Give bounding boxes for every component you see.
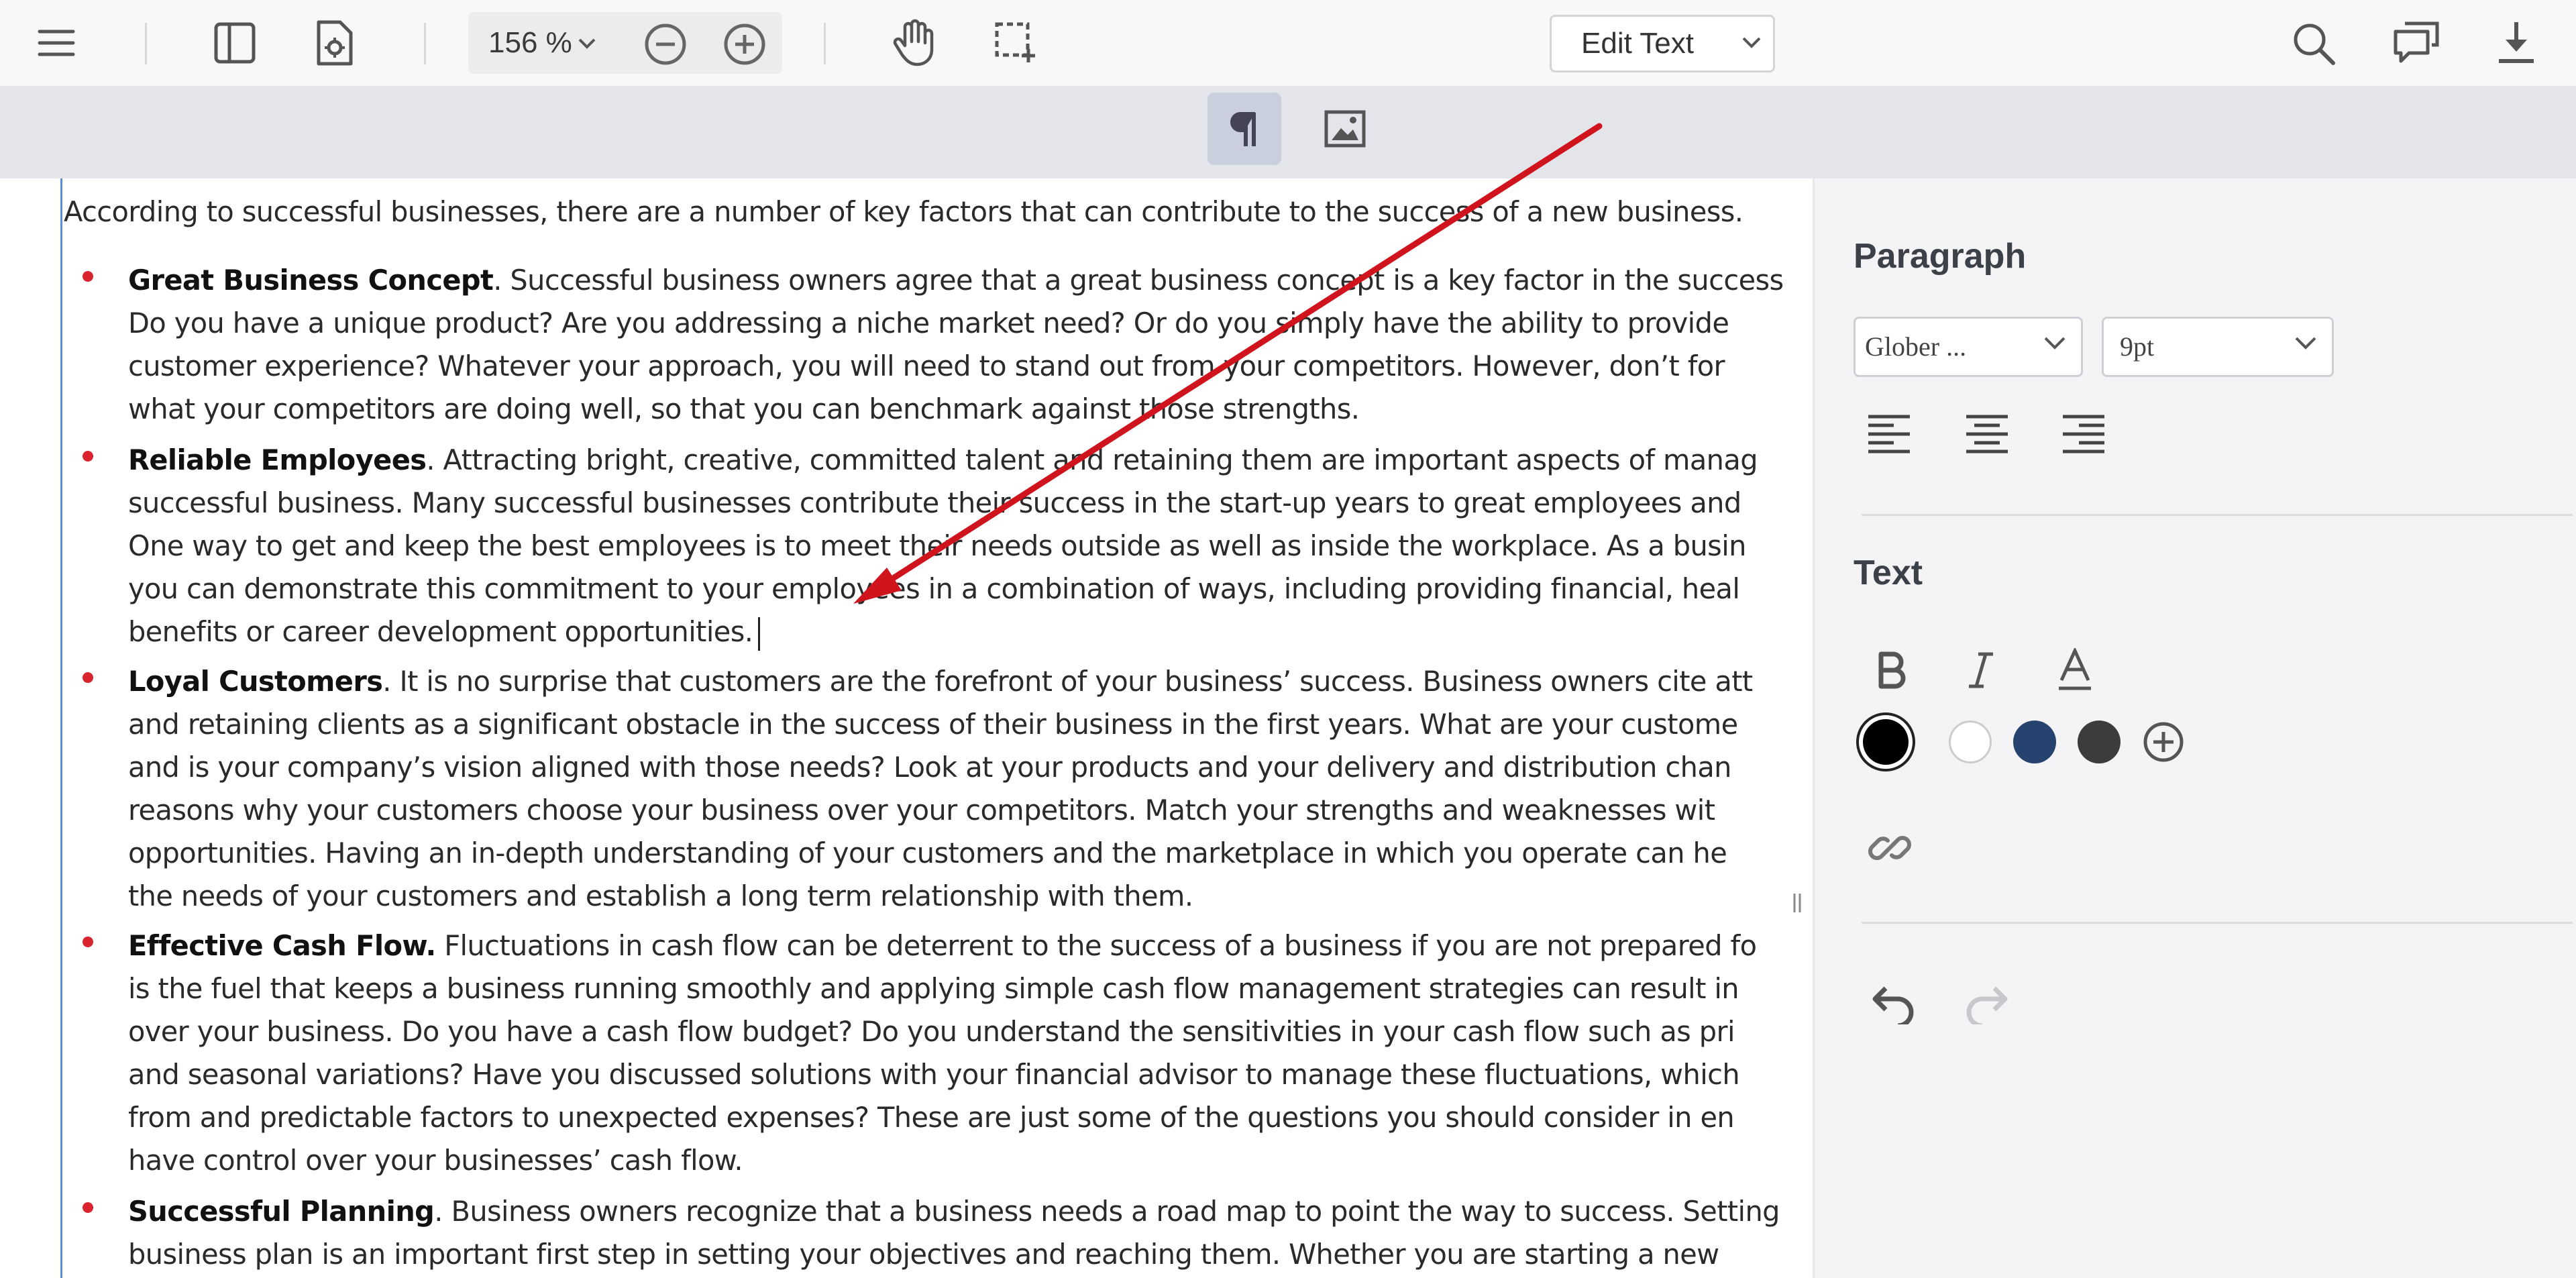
color-swatch-white[interactable] <box>1949 721 1992 763</box>
redo-icon[interactable] <box>1962 981 2016 1028</box>
paragraph-line: . Attracting bright, creative, committed… <box>426 443 1758 476</box>
text-cursor <box>758 617 761 651</box>
chevron-down-icon <box>1742 37 1761 48</box>
paragraph-line: Do you have a unique product? Are you ad… <box>128 307 1729 339</box>
paragraph-line: what your competitors are doing well, so… <box>128 392 1360 425</box>
paragraph-reliable-employees[interactable]: Reliable Employees. Attracting bright, c… <box>128 439 1758 653</box>
paragraph-line: and retaining clients as a significant o… <box>128 708 1738 741</box>
bullet-marker <box>83 1202 93 1213</box>
paragraph-line: over your business. Do you have a cash f… <box>128 1015 1735 1048</box>
paragraph-line: you can demonstrate this commitment to y… <box>128 572 1740 605</box>
search-icon[interactable] <box>2290 20 2337 67</box>
paragraph-line: business plan is an important first step… <box>128 1238 1719 1271</box>
font-size-value: 9pt <box>2120 331 2155 362</box>
text-properties-panel: Paragraph Glober ... 9pt Text <box>1815 178 2576 1278</box>
bullet-marker <box>83 672 93 683</box>
pan-hand-icon[interactable] <box>890 17 938 68</box>
edit-mode-dropdown[interactable]: Edit Text <box>1550 15 1775 72</box>
paragraph-line: . It is no surprise that customers are t… <box>382 665 1753 698</box>
align-center-icon[interactable] <box>1964 411 2010 458</box>
add-color-icon[interactable] <box>2142 721 2185 763</box>
paragraph-title: Reliable Employees <box>128 443 427 476</box>
paragraph-line: and is your company’s vision aligned wit… <box>128 751 1731 784</box>
paragraph-loyal-customers[interactable]: Loyal Customers. It is no surprise that … <box>128 660 1753 918</box>
paragraph-line: . Successful business owners agree that … <box>493 264 1784 297</box>
paragraph-line: the needs of your customers and establis… <box>128 880 1193 912</box>
text-heading: Text <box>1854 553 1923 592</box>
paragraph-line: One way to get and keep the best employe… <box>128 529 1746 562</box>
color-swatch-black-fill <box>1863 719 1909 765</box>
paragraph-line: is the fuel that keeps a business runnin… <box>128 972 1739 1005</box>
image-icon <box>1324 110 1366 148</box>
paragraph-line: and seasonal variations? Have you discus… <box>128 1058 1740 1091</box>
chevron-down-icon <box>2044 337 2065 350</box>
paragraph-great-business-concept[interactable]: Great Business Concept. Successful busin… <box>128 259 1784 431</box>
bold-icon[interactable] <box>1871 648 1911 692</box>
download-icon[interactable] <box>2494 19 2538 66</box>
zoom-level-dropdown[interactable]: 156 % <box>488 23 572 63</box>
paragraph-heading: Paragraph <box>1854 237 2027 276</box>
paragraph-effective-cash-flow[interactable]: Effective Cash Flow. Fluctuations in cas… <box>128 924 1757 1182</box>
paragraph-title: Loyal Customers <box>128 665 383 698</box>
text-edit-mode-button[interactable] <box>1208 93 1281 165</box>
paragraph-successful-planning[interactable]: Successful Planning. Business owners rec… <box>128 1190 1780 1276</box>
sidebar-toggle-icon[interactable] <box>212 20 258 66</box>
paragraph-icon <box>1230 112 1256 146</box>
intro-paragraph[interactable]: According to successful businesses, ther… <box>64 191 1743 233</box>
chevron-down-icon <box>2295 337 2316 350</box>
zoom-in-icon[interactable] <box>722 21 767 67</box>
paragraph-line: have control over your businesses’ cash … <box>128 1144 743 1177</box>
document-page[interactable]: According to successful businesses, ther… <box>60 178 1788 1278</box>
panel-resize-handle[interactable] <box>1784 178 1810 1278</box>
bullet-marker <box>83 937 93 947</box>
marquee-select-icon[interactable] <box>993 20 1037 64</box>
image-edit-mode-button[interactable] <box>1308 93 1382 165</box>
paragraph-line: from and predictable factors to unexpect… <box>128 1101 1735 1134</box>
panel-divider <box>1862 922 2573 924</box>
paragraph-title: Great Business Concept <box>128 264 494 297</box>
chevron-down-icon[interactable] <box>577 34 597 54</box>
font-family-dropdown[interactable]: Glober ... <box>1854 317 2083 377</box>
color-swatch-dark-gray[interactable] <box>2078 721 2121 763</box>
bullet-marker <box>83 271 93 282</box>
menu-icon[interactable] <box>35 24 78 62</box>
font-color-icon[interactable] <box>2055 647 2095 694</box>
edit-subtoolbar <box>0 86 2576 178</box>
paragraph-title: Effective Cash Flow. <box>128 929 436 962</box>
bullet-marker <box>83 451 93 462</box>
align-right-icon[interactable] <box>2060 411 2107 458</box>
zoom-out-icon[interactable] <box>643 21 688 67</box>
panel-divider <box>1862 514 2573 516</box>
edit-mode-label: Edit Text <box>1581 27 1694 60</box>
paragraph-line: customer experience? Whatever your appro… <box>128 350 1725 382</box>
toolbar-separator <box>824 23 826 64</box>
toolbar-separator <box>145 23 147 64</box>
font-size-dropdown[interactable]: 9pt <box>2102 317 2334 377</box>
paragraph-line: successful business. Many successful bus… <box>128 486 1741 519</box>
main-toolbar: 156 % Edit Text <box>0 0 2576 87</box>
link-icon[interactable] <box>1866 824 1914 872</box>
font-family-value: Glober ... <box>1865 331 1967 362</box>
color-swatch-navy[interactable] <box>2013 721 2056 763</box>
comments-icon[interactable] <box>2392 20 2440 64</box>
paragraph-line: opportunities. Having an in-depth unders… <box>128 837 1727 869</box>
paragraph-line: Fluctuations in cash flow can be deterre… <box>435 929 1757 962</box>
toolbar-separator <box>424 23 426 64</box>
drag-handle-icon <box>1793 894 1801 912</box>
align-left-icon[interactable] <box>1866 411 1913 458</box>
italic-icon[interactable] <box>1961 648 2001 692</box>
paragraph-line: benefits or career development opportuni… <box>128 615 753 648</box>
undo-icon[interactable] <box>1864 981 1918 1028</box>
paragraph-line: . Business owners recognize that a busin… <box>434 1195 1780 1228</box>
paragraph-title: Successful Planning <box>128 1195 435 1228</box>
document-settings-icon[interactable] <box>313 19 356 67</box>
paragraph-line: reasons why your customers choose your b… <box>128 794 1715 827</box>
